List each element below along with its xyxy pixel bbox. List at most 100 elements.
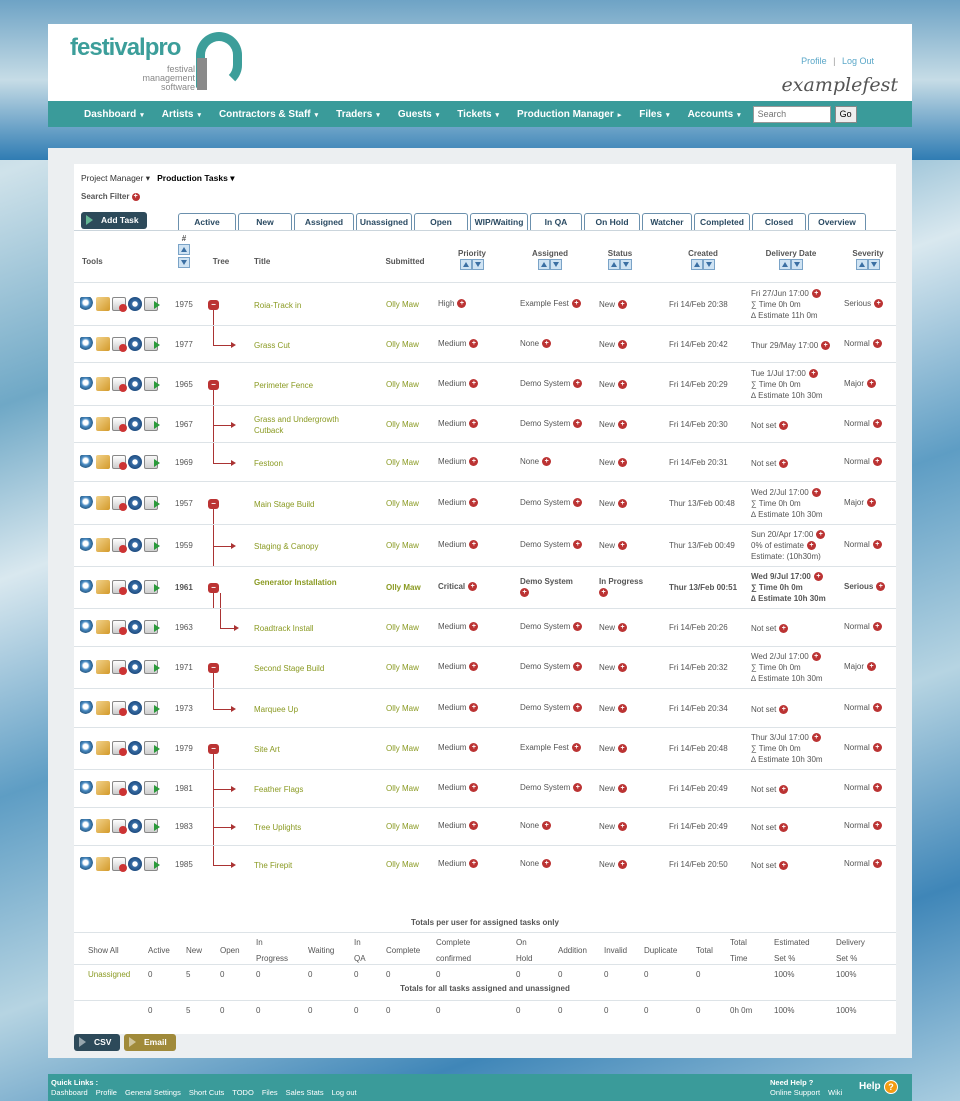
add-icon[interactable]: + xyxy=(807,541,816,550)
tab-completed[interactable]: Completed xyxy=(694,213,750,230)
add-icon[interactable]: + xyxy=(542,821,551,830)
column-status[interactable]: Status xyxy=(594,249,646,271)
edit-icon[interactable] xyxy=(96,701,110,715)
edit-icon[interactable] xyxy=(96,337,110,351)
move-icon[interactable] xyxy=(144,819,158,833)
time-icon[interactable] xyxy=(128,857,142,871)
edit-icon[interactable] xyxy=(96,660,110,674)
logout-link[interactable]: Log Out xyxy=(842,56,874,66)
footer-link-log-out[interactable]: Log out xyxy=(332,1088,357,1097)
add-icon[interactable]: + xyxy=(779,459,788,468)
add-icon[interactable]: + xyxy=(618,860,627,869)
view-icon[interactable] xyxy=(80,580,94,594)
add-icon[interactable]: + xyxy=(573,703,582,712)
tab-wip-waiting[interactable]: WIP/Waiting xyxy=(470,213,528,230)
add-icon[interactable]: + xyxy=(873,859,882,868)
sort-desc-icon[interactable] xyxy=(791,259,803,270)
submitted-by[interactable]: Olly Maw xyxy=(386,583,421,592)
totals-header-show-all[interactable]: Show All xyxy=(88,943,138,959)
add-icon[interactable]: + xyxy=(873,457,882,466)
csv-button[interactable]: CSV xyxy=(74,1034,120,1051)
edit-icon[interactable] xyxy=(96,580,110,594)
add-icon[interactable]: + xyxy=(542,339,551,348)
delete-icon[interactable] xyxy=(112,455,126,469)
add-icon[interactable]: + xyxy=(469,457,478,466)
add-icon[interactable]: + xyxy=(816,530,825,539)
add-icon[interactable]: + xyxy=(814,572,823,581)
add-icon[interactable]: + xyxy=(809,369,818,378)
sort-asc-icon[interactable] xyxy=(856,259,868,270)
view-icon[interactable] xyxy=(80,660,94,674)
add-icon[interactable]: + xyxy=(132,193,140,201)
task-title[interactable]: Feather Flags xyxy=(254,784,364,795)
task-title[interactable]: The Firepit xyxy=(254,860,364,871)
add-icon[interactable]: + xyxy=(618,704,627,713)
add-icon[interactable]: + xyxy=(520,588,529,597)
add-icon[interactable]: + xyxy=(874,299,883,308)
help-icon[interactable]: ? xyxy=(884,1080,898,1094)
add-icon[interactable]: + xyxy=(873,419,882,428)
time-icon[interactable] xyxy=(128,455,142,469)
collapse-icon[interactable]: − xyxy=(208,663,219,673)
view-icon[interactable] xyxy=(80,297,94,311)
add-icon[interactable]: + xyxy=(779,421,788,430)
add-icon[interactable]: + xyxy=(812,652,821,661)
time-icon[interactable] xyxy=(128,660,142,674)
task-title[interactable]: Grass and Undergrowth Cutback xyxy=(254,414,364,436)
task-title[interactable]: Generator Installation xyxy=(254,577,364,588)
submitted-by[interactable]: Olly Maw xyxy=(386,458,419,467)
add-icon[interactable]: + xyxy=(469,703,478,712)
time-icon[interactable] xyxy=(128,701,142,715)
time-icon[interactable] xyxy=(128,781,142,795)
add-icon[interactable]: + xyxy=(469,379,478,388)
collapse-icon[interactable]: − xyxy=(208,744,219,754)
view-icon[interactable] xyxy=(80,337,94,351)
view-icon[interactable] xyxy=(80,701,94,715)
time-icon[interactable] xyxy=(128,580,142,594)
go-button[interactable]: Go xyxy=(835,106,857,123)
delete-icon[interactable] xyxy=(112,417,126,431)
add-icon[interactable]: + xyxy=(867,498,876,507)
edit-icon[interactable] xyxy=(96,620,110,634)
add-icon[interactable]: + xyxy=(779,785,788,794)
add-icon[interactable]: + xyxy=(469,622,478,631)
view-icon[interactable] xyxy=(80,417,94,431)
submitted-by[interactable]: Olly Maw xyxy=(386,340,419,349)
task-title[interactable]: Second Stage Build xyxy=(254,663,364,674)
sort-asc-icon[interactable] xyxy=(779,259,791,270)
add-icon[interactable]: + xyxy=(618,458,627,467)
delete-icon[interactable] xyxy=(112,819,126,833)
sort-asc-icon[interactable] xyxy=(608,259,620,270)
add-icon[interactable]: + xyxy=(779,861,788,870)
nav-item-contractors-staff[interactable]: Contractors & Staff▾ xyxy=(219,109,318,120)
add-icon[interactable]: + xyxy=(542,859,551,868)
delete-icon[interactable] xyxy=(112,620,126,634)
nav-item-files[interactable]: Files▾ xyxy=(639,109,669,120)
add-icon[interactable]: + xyxy=(873,540,882,549)
tab-on-hold[interactable]: On Hold xyxy=(584,213,640,230)
task-title[interactable]: Staging & Canopy xyxy=(254,541,364,552)
submitted-by[interactable]: Olly Maw xyxy=(386,420,419,429)
add-icon[interactable]: + xyxy=(812,289,821,298)
column-severity[interactable]: Severity xyxy=(840,249,896,271)
sort-asc-icon[interactable] xyxy=(178,244,190,255)
move-icon[interactable] xyxy=(144,701,158,715)
tab-new[interactable]: New xyxy=(238,213,292,230)
collapse-icon[interactable]: − xyxy=(208,499,219,509)
tab-open[interactable]: Open xyxy=(414,213,468,230)
move-icon[interactable] xyxy=(144,580,158,594)
column-priority[interactable]: Priority xyxy=(444,249,500,271)
add-icon[interactable]: + xyxy=(873,783,882,792)
collapse-icon[interactable]: − xyxy=(208,300,219,310)
footer-help-wiki[interactable]: Wiki xyxy=(828,1088,842,1097)
add-icon[interactable]: + xyxy=(469,498,478,507)
add-icon[interactable]: + xyxy=(618,744,627,753)
delete-icon[interactable] xyxy=(112,741,126,755)
sort-desc-icon[interactable] xyxy=(620,259,632,270)
move-icon[interactable] xyxy=(144,741,158,755)
nav-item-production-manager[interactable]: Production Manager▸ xyxy=(517,109,621,120)
view-icon[interactable] xyxy=(80,781,94,795)
sort-desc-icon[interactable] xyxy=(868,259,880,270)
task-title[interactable]: Main Stage Build xyxy=(254,499,364,510)
move-icon[interactable] xyxy=(144,297,158,311)
